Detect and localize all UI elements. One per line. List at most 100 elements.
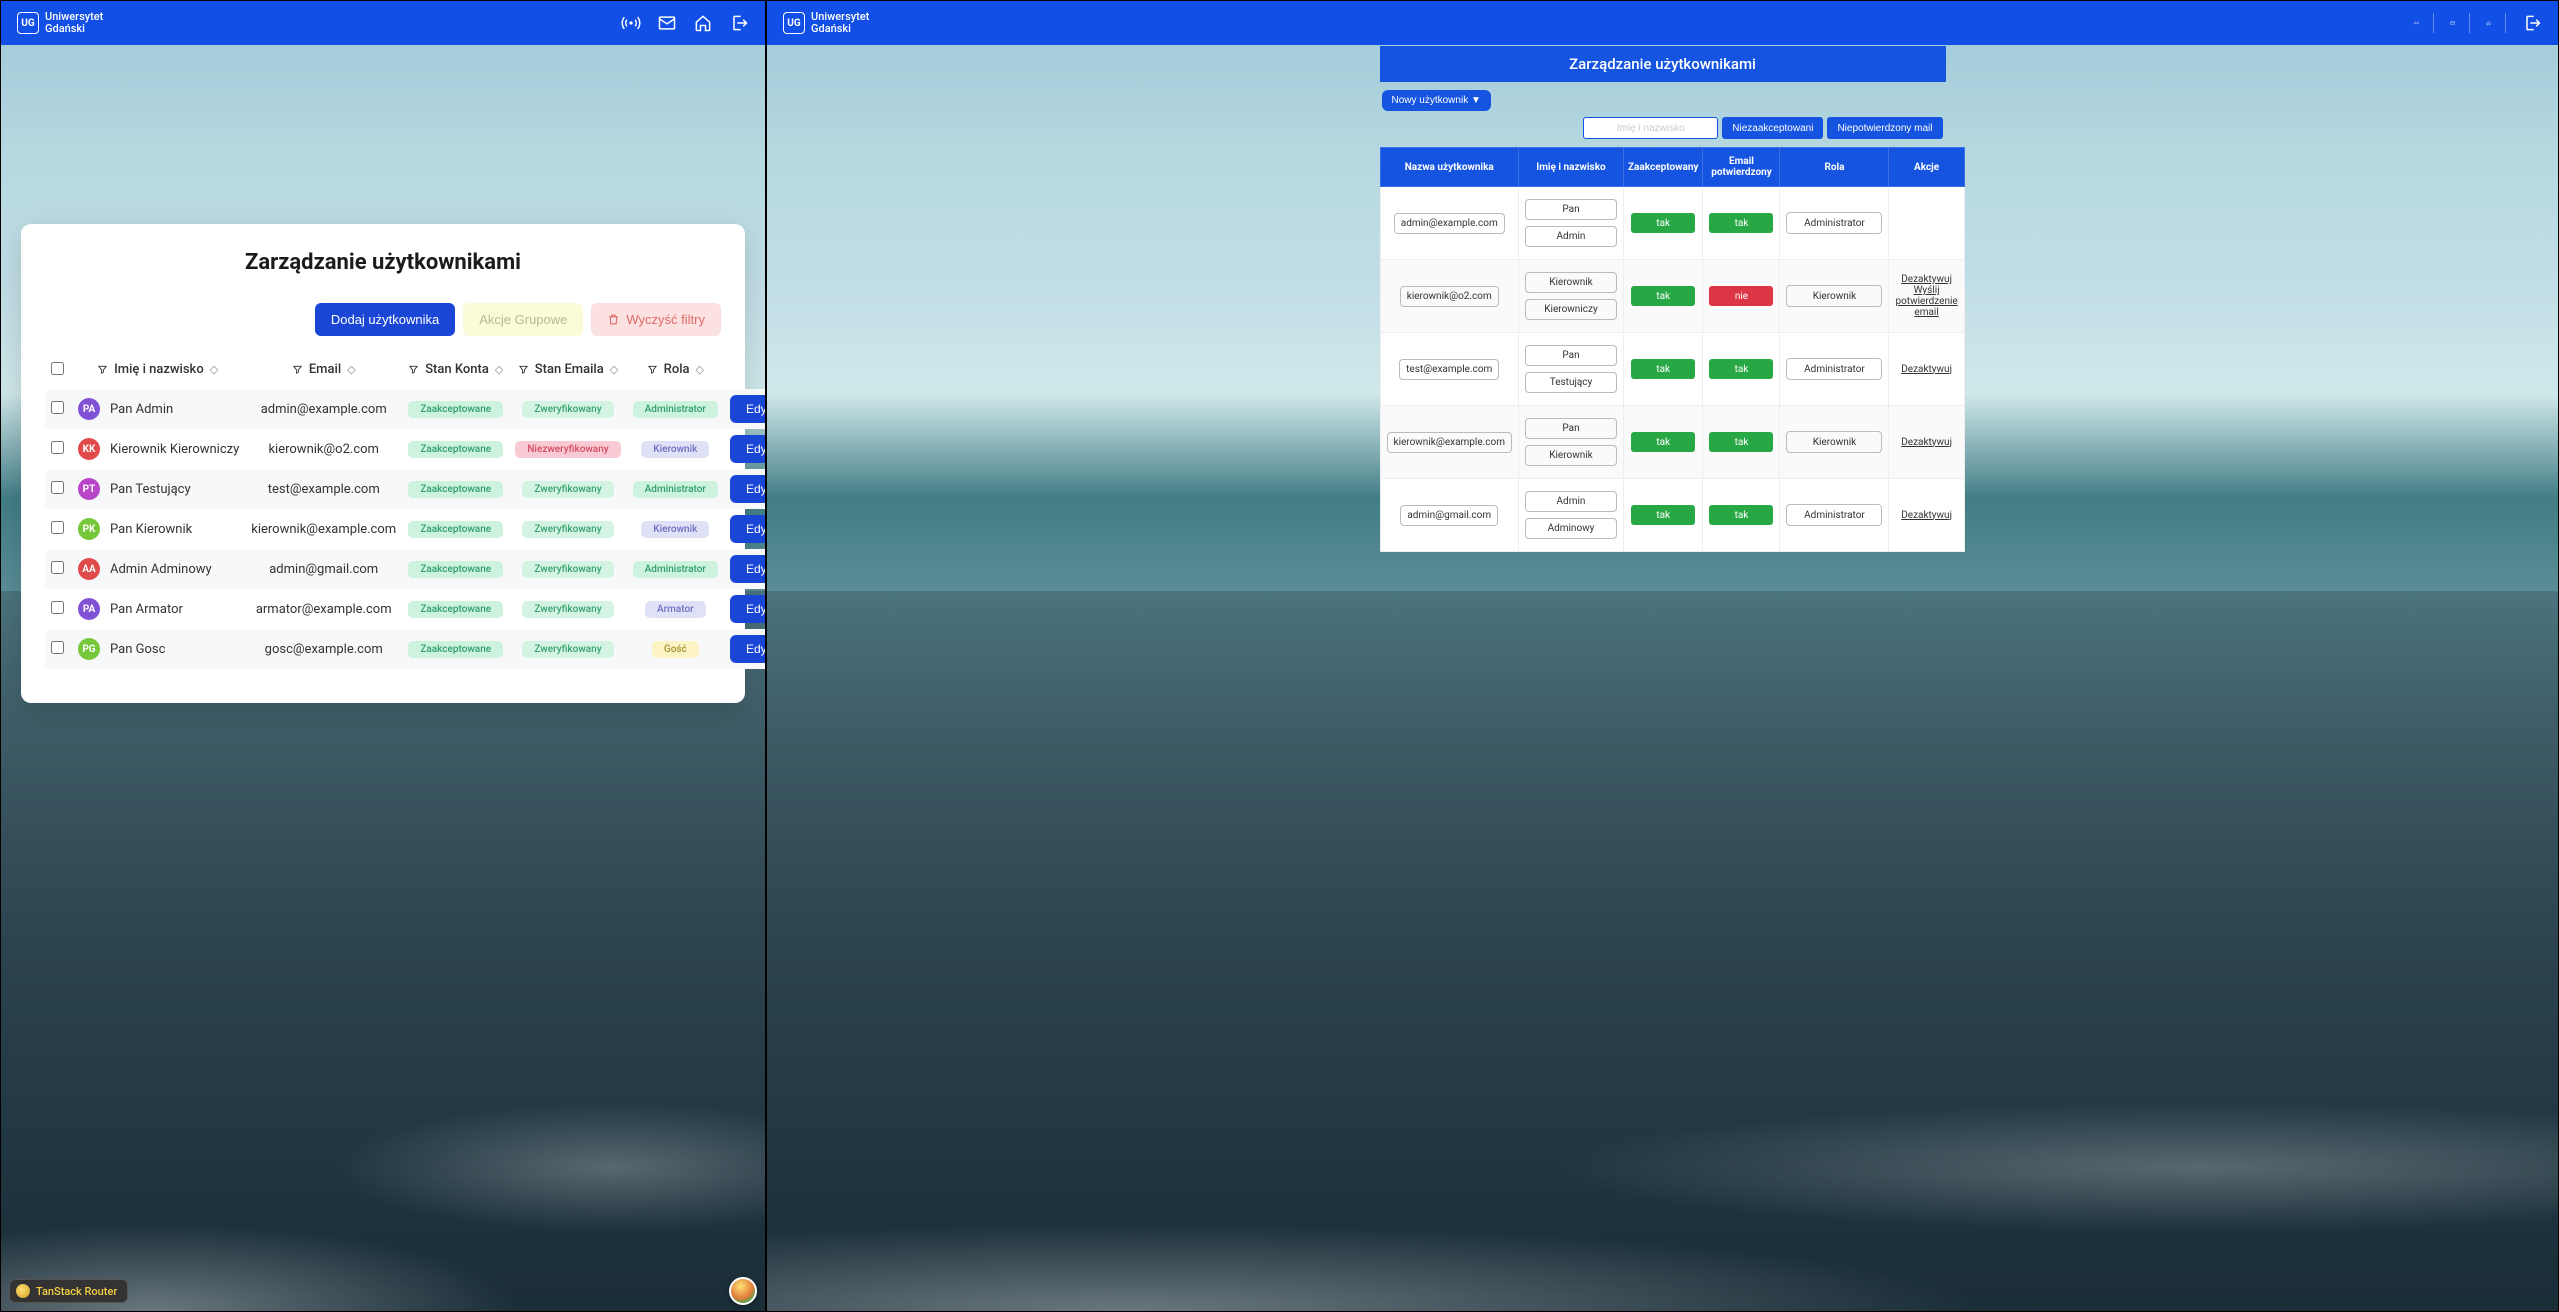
floating-dev-icon[interactable] [729,1277,757,1305]
cell-username: admin@gmail.com [1400,505,1498,526]
home-icon[interactable] [2486,13,2506,33]
clear-filters-button[interactable]: Wyczyść filtry [591,303,721,336]
accepted-pill: tak [1631,286,1695,306]
sort-icon: ◇ [347,363,355,376]
tag-account-state: Zaakceptowane [408,441,503,458]
filter-icon [408,364,419,375]
broadcast-icon[interactable] [2414,13,2434,33]
edit-button[interactable]: Edytuj [730,555,766,583]
header-icons-left [621,13,749,33]
cell-lastname: Kierowniczy [1525,299,1617,320]
edit-button[interactable]: Edytuj [730,395,766,423]
cell-username: kierownik@example.com [1387,432,1512,453]
new-user-dropdown[interactable]: Nowy użytkownik ▼ [1382,90,1491,111]
tag-role: Kierownik [641,441,709,458]
search-input[interactable] [1583,117,1718,139]
clear-filters-label: Wyczyść filtry [626,312,705,327]
add-user-button[interactable]: Dodaj użytkownika [315,303,455,336]
cell-name: Pan Gosc [110,642,165,657]
edit-button[interactable]: Edytuj [730,595,766,623]
sort-icon: ◇ [610,363,618,376]
group-actions-button[interactable]: Akcje Grupowe [463,303,583,336]
row-checkbox[interactable] [51,441,64,454]
filter-not-confirmed-button[interactable]: Niepotwierdzony mail [1827,117,1942,139]
cell-lastname: Kierownik [1525,445,1617,466]
row-checkbox[interactable] [51,481,64,494]
cell-lastname: Adminowy [1525,518,1617,539]
users-table-right: Nazwa użytkownika Imię i nazwisko Zaakce… [1380,147,1965,552]
row-checkbox[interactable] [51,561,64,574]
col-role[interactable]: Rola ◇ [627,352,724,389]
edit-button[interactable]: Edytuj [730,635,766,663]
select-all-checkbox[interactable] [51,362,64,375]
row-checkbox[interactable] [51,521,64,534]
tag-email-state: Niezweryfikowany [515,441,620,458]
col-emailstate-label: Stan Emaila [535,362,604,377]
sort-icon: ◇ [495,363,503,376]
right-pane: UG Uniwersytet Gdański Zarządzanie użytk… [766,0,2559,1312]
deactivate-link[interactable]: Dezaktywuj [1895,274,1957,285]
rcol-user: Nazwa użytkownika [1380,148,1518,187]
accepted-pill: tak [1631,432,1695,452]
card-actions: Dodaj użytkownika Akcje Grupowe Wyczyść … [45,303,721,336]
mail-icon[interactable] [2450,13,2470,33]
col-name[interactable]: Imię i nazwisko ◇ [70,352,245,389]
header-icons-right [2414,13,2542,33]
cell-role: Administrator [1786,504,1882,526]
rcol-actions: Akcje [1889,148,1964,187]
table-row: kierownik@example.com Pan Kierownik tak … [1380,406,1964,479]
row-checkbox[interactable] [51,601,64,614]
rcol-role: Rola [1780,148,1889,187]
cell-firstname: Pan [1525,418,1617,439]
tanstack-icon [16,1284,30,1298]
edit-button[interactable]: Edytuj [730,515,766,543]
table-row: admin@example.com Pan Admin tak tak Admi… [1380,187,1964,260]
logout-icon[interactable] [2522,13,2542,33]
users-panel-right: Zarządzanie użytkownikami Nowy użytkowni… [1380,46,1946,552]
cell-email: kierownik@o2.com [245,429,402,469]
cell-email: test@example.com [245,469,402,509]
resend-email-link[interactable]: Wyślij potwierdzenie email [1895,285,1957,318]
filter-icon [647,364,658,375]
home-icon[interactable] [693,13,713,33]
row-checkbox[interactable] [51,641,64,654]
filter-not-accepted-button[interactable]: Niezaakceptowani [1722,117,1823,139]
tag-email-state: Zweryfikowany [522,481,613,498]
cell-firstname: Pan [1525,345,1617,366]
tag-role: Kierownik [641,521,709,538]
broadcast-icon[interactable] [621,13,641,33]
table-row: test@example.com Pan Testujący tak tak A… [1380,333,1964,406]
cell-role: Kierownik [1786,285,1882,307]
edit-button[interactable]: Edytuj [730,475,766,503]
row-checkbox[interactable] [51,401,64,414]
deactivate-link[interactable]: Dezaktywuj [1895,364,1957,375]
logo-mark: UG [17,12,39,34]
logout-icon[interactable] [729,13,749,33]
cell-email: armator@example.com [245,589,402,629]
table-row: PG Pan Gosc gosc@example.com Zaakceptowa… [45,629,766,669]
tanstack-badge[interactable]: TanStack Router [9,1279,128,1303]
col-acct[interactable]: Stan Konta ◇ [402,352,509,389]
app-header-right: UG Uniwersytet Gdański [767,1,2558,45]
edit-button[interactable]: Edytuj [730,435,766,463]
col-emailstate[interactable]: Stan Emaila ◇ [509,352,626,389]
deactivate-link[interactable]: Dezaktywuj [1895,437,1957,448]
cell-email: admin@example.com [245,389,402,429]
deactivate-link[interactable]: Dezaktywuj [1895,510,1957,521]
mail-icon[interactable] [657,13,677,33]
cell-username: test@example.com [1399,359,1499,380]
tag-account-state: Zaakceptowane [408,401,503,418]
app-header-left: UG Uniwersytet Gdański [1,1,765,45]
table-row: PA Pan Admin admin@example.com Zaakcepto… [45,389,766,429]
col-email-label: Email [309,362,341,377]
brand-line2: Gdański [811,23,869,35]
col-email[interactable]: Email ◇ [245,352,402,389]
col-name-label: Imię i nazwisko [114,362,204,377]
page-title-right: Zarządzanie użytkownikami [1380,46,1946,82]
cell-lastname: Testujący [1525,372,1617,393]
accepted-pill: tak [1631,359,1695,379]
users-table-left: Imię i nazwisko ◇ Email ◇ [45,352,766,669]
cell-role: Administrator [1786,212,1882,234]
avatar: AA [78,558,100,580]
cell-firstname: Admin [1525,491,1617,512]
